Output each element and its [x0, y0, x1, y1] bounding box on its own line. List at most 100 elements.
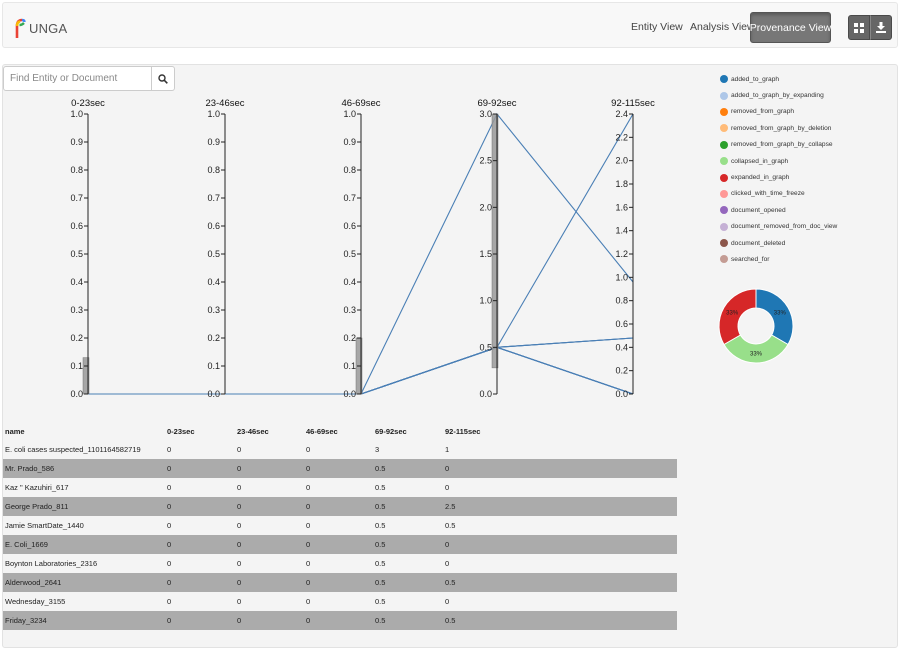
tick-label: 2.2: [615, 132, 628, 142]
tick-label: 1.2: [615, 249, 628, 259]
tick-label: 0.9: [207, 137, 220, 147]
grid-button[interactable]: [848, 15, 870, 40]
tick-label: 0.2: [70, 333, 83, 343]
table-row[interactable]: Kaz " Kazuhiri_617 0 0 0 0.5 0: [3, 478, 677, 497]
tick-label: 0.8: [70, 165, 83, 175]
donut-slice-label: 33%: [750, 352, 763, 358]
tick-label: 0.6: [70, 221, 83, 231]
value-cell: 0: [304, 573, 373, 592]
table-row[interactable]: Alderwood_2641 0 0 0 0.5 0.5: [3, 573, 677, 592]
table-row[interactable]: Friday_3234 0 0 0 0.5 0.5: [3, 611, 677, 630]
table-row[interactable]: E. coli cases suspected_1101164582719 0 0 0…: [3, 440, 677, 459]
entity-name-cell: Jamie SmartDate_1440: [5, 521, 84, 530]
legend-swatch: [720, 107, 728, 116]
download-button[interactable]: [870, 15, 892, 40]
tick-label: 0.0: [207, 389, 220, 399]
value-cell: 0: [445, 559, 450, 568]
value-cell: 0: [235, 535, 304, 554]
table-row[interactable]: E. Coli_1669 0 0 0 0.5 0: [3, 535, 677, 554]
tick-label: 0.4: [615, 342, 628, 352]
legend-label: expanded_in_graph: [731, 174, 790, 182]
tick-label: 0.5: [70, 249, 83, 259]
table-row[interactable]: Boynton Laboratories_2316 0 0 0 0.5 0: [3, 554, 677, 573]
entity-name-cell: Boynton Laboratories_2316: [5, 559, 98, 568]
tick-label: 0.6: [615, 319, 628, 329]
value-cell: 0: [306, 445, 311, 454]
tick-label: 0.4: [207, 277, 220, 287]
tick-label: 0.6: [343, 221, 356, 231]
legend-swatch: [720, 140, 728, 149]
search-button[interactable]: [152, 66, 175, 91]
table-row[interactable]: George Prado_811 0 0 0 0.5 2.5: [3, 497, 677, 516]
value-cell: 0.5: [375, 559, 386, 568]
axis[interactable]: 0.0 0.2 0.4 0.6 0.8 1.0 1.2 1.4 1.6 1.8 2.0 2.2 2.49…: [611, 98, 655, 399]
tick-label: 0.7: [343, 193, 356, 203]
value-cell: 1: [445, 445, 450, 454]
tick-label: 1.8: [615, 179, 628, 189]
table-row[interactable]: Mr. Prado_586 0 0 0 0.5 0: [3, 459, 677, 478]
value-cell: 0: [304, 535, 373, 554]
unga-logo-icon: [15, 18, 26, 38]
axis[interactable]: 0.0 0.1 0.2 0.3 0.4 0.5 0.6 0.7 0.8 0.9 1.00-23sec: [70, 98, 105, 399]
tick-label: 0.7: [70, 193, 83, 203]
tick-label: 0.2: [207, 333, 220, 343]
entity-name-cell: Kaz " Kazuhiri_617: [5, 483, 69, 492]
entity-name-cell: George Prado_811: [3, 497, 165, 516]
tick-label: 1.4: [615, 226, 628, 236]
legend-swatch: [720, 206, 728, 215]
legend-swatch: [720, 91, 728, 100]
entity-name-cell: Friday_3234: [3, 611, 165, 630]
value-cell: 3: [375, 445, 380, 454]
tick-label: 0.0: [70, 389, 83, 399]
tick-label: 0.8: [343, 165, 356, 175]
value-cell: 0: [165, 497, 235, 516]
axis-title[interactable]: 0-23sec: [71, 98, 105, 109]
tick-label: 0.0: [615, 389, 628, 399]
column-header[interactable]: 0-23sec: [165, 423, 235, 440]
donut-slice: [718, 288, 757, 346]
tick-label: 0.1: [70, 361, 83, 371]
axis[interactable]: 0.0 0.1 0.2 0.3 0.4 0.5 0.6 0.7 0.8 0.9 1.046-69se…: [341, 98, 380, 399]
nav-analysis-view[interactable]: Analysis View: [690, 21, 755, 33]
value-cell: 0: [237, 445, 242, 454]
brand[interactable]: UNGA: [14, 17, 67, 39]
value-cell: 0: [235, 611, 304, 630]
parallel-coordinates-chart[interactable]: 0.00.10.20.30.40.50.60.70.80.91.00-23sec…: [0, 94, 700, 414]
legend-label: searched_for: [731, 255, 770, 263]
column-header[interactable]: 46-69sec: [304, 423, 373, 440]
legend-label: added_to_graph_by_expanding: [731, 92, 824, 100]
table-header-row: name 0-23sec 23-46sec 46-69sec 69-92sec 92-11…: [3, 423, 677, 440]
axis-title[interactable]: 23-46sec: [205, 98, 244, 109]
nav-provenance-view[interactable]: Provenance View: [750, 12, 831, 43]
tick-label: 0.4: [343, 277, 356, 287]
column-header[interactable]: 69-92sec: [373, 423, 443, 440]
search-input[interactable]: [3, 66, 153, 91]
tick-label: 0.9: [70, 137, 83, 147]
tick-label: 0.0: [479, 389, 492, 399]
value-cell: 0: [165, 535, 235, 554]
tick-label: 1.5: [479, 249, 492, 259]
axis[interactable]: 0.0 0.1 0.2 0.3 0.4 0.5 0.6 0.7 0.8 0.9 1.023-46se…: [205, 98, 244, 399]
column-header[interactable]: 92-115sec: [443, 423, 677, 440]
value-cell: 0: [443, 459, 677, 478]
entity-name-cell: Alderwood_2641: [3, 573, 165, 592]
table-row[interactable]: Jamie SmartDate_1440 0 0 0 0.5 0.5: [3, 516, 677, 535]
column-header[interactable]: name: [3, 423, 165, 440]
value-cell: 0.5: [375, 521, 386, 530]
nav-entity-view[interactable]: Entity View: [631, 21, 683, 33]
axis-title[interactable]: 69-92sec: [477, 98, 516, 109]
axis-title[interactable]: 92-115sec: [611, 98, 655, 109]
value-cell: 0: [235, 497, 304, 516]
legend-item: document_deleted: [720, 235, 837, 251]
tick-label: 2.4: [615, 109, 628, 119]
tick-label: 0.3: [343, 305, 356, 315]
entity-name-cell: E. coli cases suspected_1101164582719: [5, 445, 141, 454]
tick-label: 0.5: [207, 249, 220, 259]
axis-title[interactable]: 46-69sec: [341, 98, 380, 109]
legend-swatch: [720, 255, 728, 264]
entity-name-cell: E. Coli_1669: [3, 535, 165, 554]
legend-swatch: [720, 124, 728, 133]
table-row[interactable]: Wednesday_3155 0 0 0 0.5 0: [3, 592, 677, 611]
column-header[interactable]: 23-46sec: [235, 423, 304, 440]
value-cell: 0: [167, 521, 172, 530]
